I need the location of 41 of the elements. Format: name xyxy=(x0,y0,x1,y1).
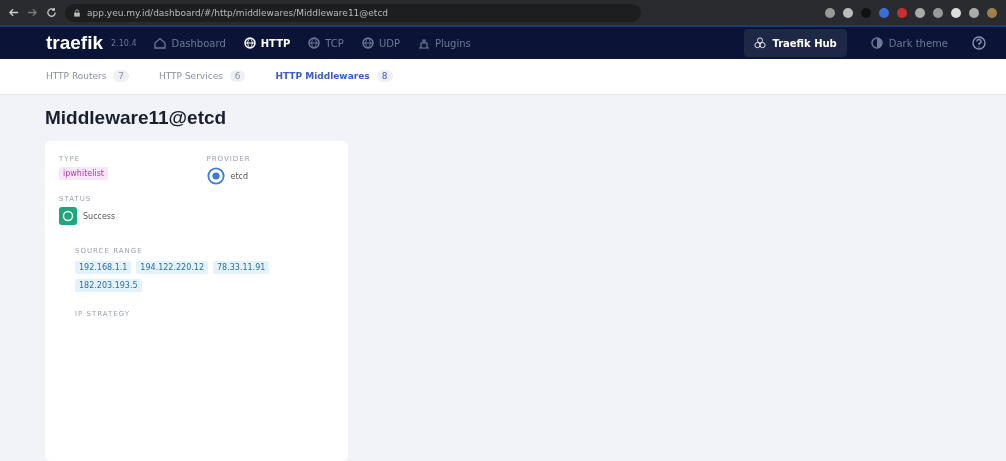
type-tag: ipwhitelist xyxy=(59,167,108,180)
extension-icon[interactable] xyxy=(950,6,962,19)
globe-icon xyxy=(243,37,256,50)
address-bar[interactable]: app.yeu.my.id/dashboard/#/http/middlewares/Middleware11@etcd xyxy=(65,3,641,22)
lock-icon[interactable] xyxy=(73,8,81,17)
success-icon xyxy=(59,207,77,225)
home-icon xyxy=(154,37,167,50)
extension-icon[interactable] xyxy=(914,6,926,19)
status-text: Success xyxy=(83,211,116,221)
ip-tag: 182.203.193.5 xyxy=(75,279,142,292)
extension-icon[interactable] xyxy=(932,6,944,19)
sub-tab[interactable]: HTTP Middlewares 8 xyxy=(275,71,393,82)
forward-icon[interactable] xyxy=(27,7,38,19)
reload-icon[interactable] xyxy=(46,7,57,19)
provider-icon xyxy=(206,167,225,185)
ip-tag: 78.33.11.91 xyxy=(213,261,270,274)
provider-name: etcd xyxy=(230,171,249,181)
plugin-icon xyxy=(417,37,430,50)
nav-link[interactable]: UDP xyxy=(361,37,400,50)
theme-toggle[interactable]: Dark theme xyxy=(864,36,954,51)
nav-link[interactable]: TCP xyxy=(308,37,344,50)
nav-link[interactable]: HTTP xyxy=(243,37,291,50)
globe-icon xyxy=(361,37,374,50)
sub-tab[interactable]: HTTP Services 6 xyxy=(159,71,246,82)
nav-link[interactable]: Plugins xyxy=(417,37,471,50)
contrast-icon xyxy=(870,37,883,50)
traefik-hub-button[interactable]: Traefik Hub xyxy=(744,29,847,58)
nav-link[interactable]: Dashboard xyxy=(154,37,226,50)
page-title: Middleware11@etcd xyxy=(45,107,228,129)
sub-tab[interactable]: HTTP Routers 7 xyxy=(46,71,129,82)
help-icon[interactable] xyxy=(972,36,986,51)
extension-icon[interactable] xyxy=(968,6,980,19)
traefik-logo[interactable]: traefik xyxy=(46,32,104,55)
globe-icon xyxy=(308,37,321,50)
back-icon[interactable] xyxy=(8,7,19,19)
extension-icon[interactable] xyxy=(824,6,836,19)
version-label: 2.10.4 xyxy=(111,38,137,48)
ip-tag: 192.168.1.1 xyxy=(75,261,132,274)
circles-icon xyxy=(754,37,767,50)
extension-icon[interactable] xyxy=(842,6,854,19)
ip-tag: 194.122.220.12 xyxy=(136,261,208,274)
